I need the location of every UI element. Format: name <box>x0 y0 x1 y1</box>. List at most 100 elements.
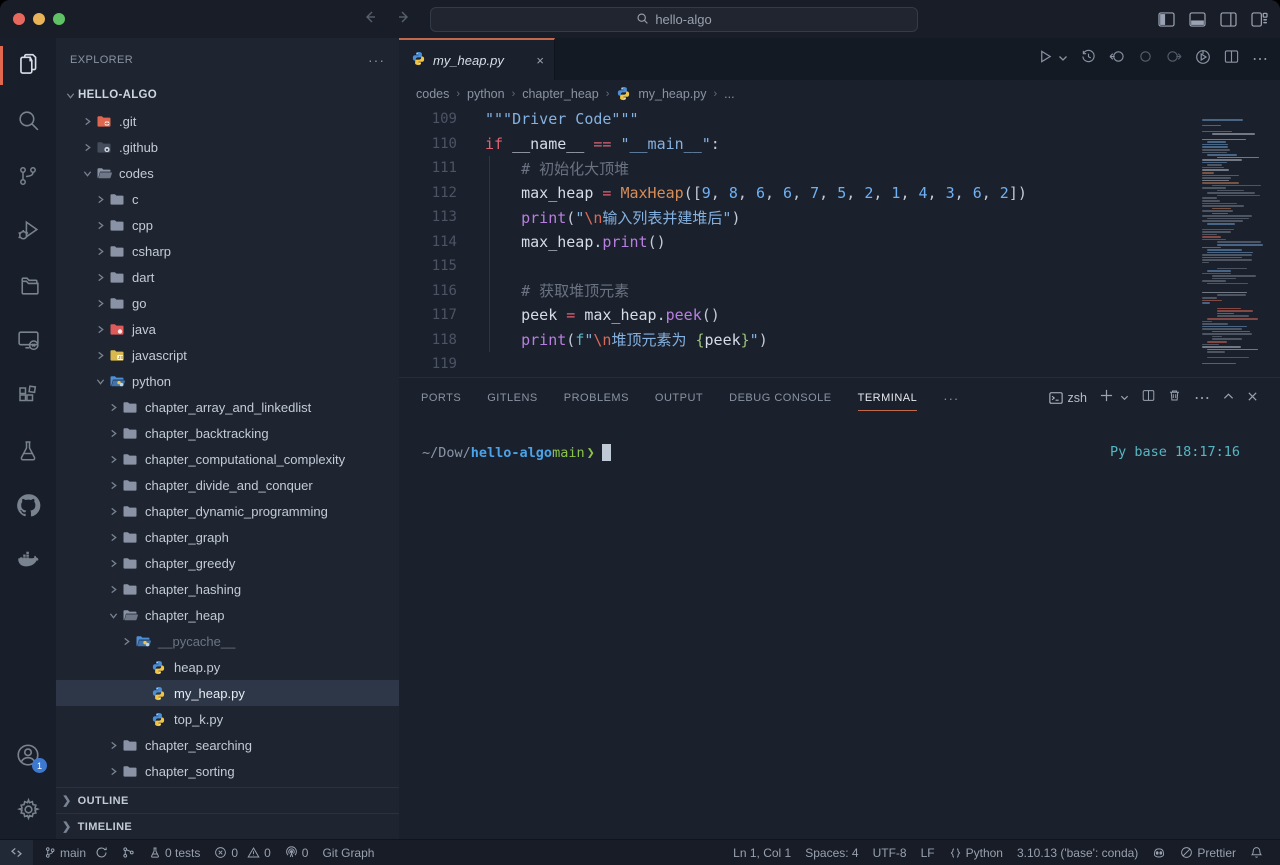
status-problems[interactable]: 00 <box>207 840 277 865</box>
run-below-icon[interactable] <box>1195 49 1211 70</box>
status-eol[interactable]: LF <box>914 840 942 865</box>
activity-explorer-icon[interactable] <box>0 38 56 93</box>
minimize-window-button[interactable] <box>33 13 45 25</box>
tree-item-chapter-heap[interactable]: chapter_heap <box>56 602 399 628</box>
nav-back-icon[interactable] <box>362 9 378 30</box>
activity-source-control-icon[interactable] <box>0 148 56 203</box>
activity-github-icon[interactable] <box>0 478 56 533</box>
run-python-file-icon[interactable] <box>1038 49 1053 69</box>
close-window-button[interactable] <box>13 13 25 25</box>
tree-item-heap-py[interactable]: heap.py <box>56 654 399 680</box>
tree-item--pycache-[interactable]: __pycache__ <box>56 628 399 654</box>
terminal-shell[interactable]: zsh <box>1049 391 1087 405</box>
panel-tab-problems[interactable]: PROBLEMS <box>564 378 629 418</box>
status-indentation[interactable]: Spaces: 4 <box>798 840 865 865</box>
tree-item-chapter-backtracking[interactable]: chapter_backtracking <box>56 420 399 446</box>
tree-item-java[interactable]: java <box>56 316 399 342</box>
outline-section[interactable]: ❯ OUTLINE <box>56 787 399 813</box>
breadcrumb-item[interactable]: ... <box>724 87 734 101</box>
tree-item-chapter-graph[interactable]: chapter_graph <box>56 524 399 550</box>
status-source-control-graph[interactable] <box>115 840 142 865</box>
panel-more-icon[interactable]: ⋯ <box>1194 388 1210 408</box>
panel-tab-terminal[interactable]: TERMINAL <box>858 378 918 418</box>
tree-item-javascript[interactable]: JSjavascript <box>56 342 399 368</box>
tree-item-c[interactable]: c <box>56 186 399 212</box>
activity-remote-explorer-icon[interactable] <box>0 313 56 368</box>
status-cursor-position[interactable]: Ln 1, Col 1 <box>726 840 798 865</box>
kill-terminal-icon[interactable] <box>1168 389 1181 407</box>
breadcrumb-item[interactable]: codes <box>416 87 449 101</box>
panel-tab-ports[interactable]: PORTS <box>421 378 461 418</box>
run-dropdown-icon[interactable] <box>1058 50 1068 68</box>
tree-item-chapter-array-and-linkedlist[interactable]: chapter_array_and_linkedlist <box>56 394 399 420</box>
status-ports-forwarded[interactable]: 0 <box>278 840 316 865</box>
status-python-interpreter[interactable]: 3.10.13 ('base': conda) <box>1010 840 1145 865</box>
tree-item-chapter-greedy[interactable]: chapter_greedy <box>56 550 399 576</box>
tree-item--github[interactable]: .github <box>56 134 399 160</box>
timeline-history-icon[interactable] <box>1081 49 1096 69</box>
status-notifications[interactable] <box>1243 840 1270 865</box>
code-editor[interactable]: 109"""Driver Code"""110if __name__ == "_… <box>399 107 1280 377</box>
activity-run-and-debug-icon[interactable] <box>0 203 56 258</box>
panel-tab-debug-console[interactable]: DEBUG CONSOLE <box>729 378 831 418</box>
split-terminal-icon[interactable] <box>1142 389 1155 407</box>
status-encoding[interactable]: UTF-8 <box>866 840 914 865</box>
tree-item-dart[interactable]: dart <box>56 264 399 290</box>
maximize-panel-icon[interactable] <box>1223 389 1234 407</box>
tree-item-chapter-divide-and-conquer[interactable]: chapter_divide_and_conquer <box>56 472 399 498</box>
activity-accounts-icon[interactable]: 1 <box>0 727 56 782</box>
status-language-mode[interactable]: Python <box>942 840 1010 865</box>
tree-item--git[interactable]: .git <box>56 108 399 134</box>
command-center-search[interactable]: hello-algo <box>430 7 918 32</box>
nav-circle-right-icon[interactable] <box>1166 49 1182 69</box>
tree-item-csharp[interactable]: csharp <box>56 238 399 264</box>
nav-forward-icon[interactable] <box>396 9 412 30</box>
toggle-secondary-sidebar-icon[interactable] <box>1220 12 1237 27</box>
nav-circle-left-icon[interactable] <box>1138 49 1153 69</box>
zoom-window-button[interactable] <box>53 13 65 25</box>
terminal[interactable]: ~/Dow/hello-algo main❯ Py base 18:17:16 <box>399 418 1280 839</box>
toggle-panel-icon[interactable] <box>1189 12 1206 27</box>
breadcrumb-item[interactable]: python <box>467 87 505 101</box>
status-git-graph[interactable]: Git Graph <box>315 840 381 865</box>
split-editor-icon[interactable] <box>1224 49 1239 69</box>
activity-search-icon[interactable] <box>0 93 56 148</box>
tree-item-chapter-searching[interactable]: chapter_searching <box>56 732 399 758</box>
activity-docker-icon[interactable] <box>0 533 56 588</box>
breadcrumb-item[interactable]: chapter_heap <box>522 87 598 101</box>
tree-item-chapter-hashing[interactable]: chapter_hashing <box>56 576 399 602</box>
status-copilot[interactable] <box>1145 840 1173 865</box>
activity-folders-icon[interactable] <box>0 258 56 313</box>
activity-settings-icon[interactable] <box>0 782 56 837</box>
panel-tabs-overflow[interactable]: ··· <box>943 391 959 406</box>
tree-item-codes[interactable]: codes <box>56 160 399 186</box>
minimap[interactable] <box>1200 111 1274 371</box>
terminal-dropdown-icon[interactable] <box>1120 389 1129 407</box>
go-back-icon[interactable] <box>1109 49 1125 69</box>
close-tab-icon[interactable]: × <box>536 53 544 68</box>
status-prettier[interactable]: Prettier <box>1173 840 1243 865</box>
activity-testing-icon[interactable] <box>0 423 56 478</box>
sidebar-more-actions[interactable]: ··· <box>368 52 385 68</box>
panel-tab-gitlens[interactable]: GITLENS <box>487 378 538 418</box>
tree-item-hello-algo[interactable]: HELLO-ALGO <box>56 82 399 108</box>
toggle-primary-sidebar-icon[interactable] <box>1158 12 1175 27</box>
panel-tab-output[interactable]: OUTPUT <box>655 378 703 418</box>
tree-item-python[interactable]: python <box>56 368 399 394</box>
status-git-branch[interactable]: main <box>37 840 115 865</box>
tree-item-chapter-dynamic-programming[interactable]: chapter_dynamic_programming <box>56 498 399 524</box>
timeline-section[interactable]: ❯ TIMELINE <box>56 813 399 839</box>
customize-layout-icon[interactable] <box>1251 12 1268 27</box>
tree-item-chapter-sorting[interactable]: chapter_sorting <box>56 758 399 784</box>
close-panel-icon[interactable] <box>1247 389 1258 407</box>
status-remote-indicator[interactable] <box>0 840 33 865</box>
activity-extensions-icon[interactable] <box>0 368 56 423</box>
tree-item-my-heap-py[interactable]: my_heap.py <box>56 680 399 706</box>
tree-item-cpp[interactable]: cpp <box>56 212 399 238</box>
tree-item-chapter-computational-complexity[interactable]: chapter_computational_complexity <box>56 446 399 472</box>
editor-more-actions-icon[interactable]: ⋯ <box>1252 49 1268 69</box>
status-tests[interactable]: 0 tests <box>142 840 207 865</box>
tree-item-top-k-py[interactable]: top_k.py <box>56 706 399 732</box>
breadcrumb-item[interactable]: my_heap.py <box>638 87 706 101</box>
new-terminal-icon[interactable] <box>1100 389 1113 407</box>
